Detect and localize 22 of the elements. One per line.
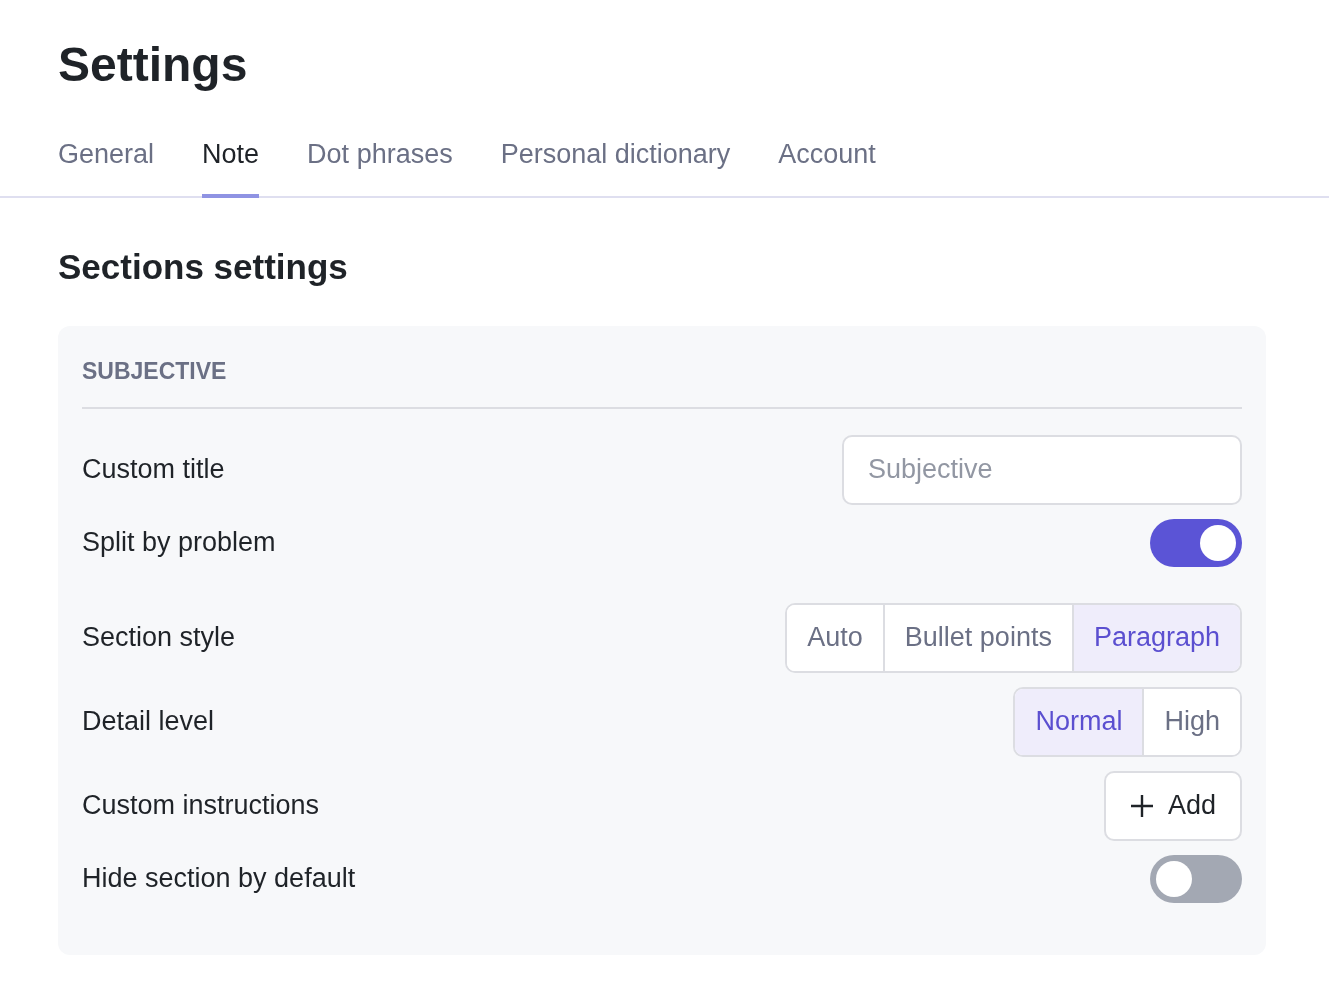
setting-label: Detail level <box>82 705 215 739</box>
tab[interactable]: General <box>58 123 155 199</box>
setting-label: Section style <box>82 621 236 655</box>
plus-icon <box>1129 793 1154 818</box>
setting-label: Split by problem <box>82 526 276 560</box>
tab[interactable]: Note <box>202 123 260 199</box>
setting-label: Custom instructions <box>82 789 320 823</box>
tab[interactable]: Account <box>778 123 876 199</box>
tab[interactable]: Dot phrases <box>307 123 453 199</box>
title-input-field[interactable]: Subjective <box>842 434 1242 505</box>
segment-option[interactable]: Paragraph <box>1071 604 1240 671</box>
section-name: SUBJECTIVE <box>82 350 1242 409</box>
section-heading: Sections settings <box>58 246 349 289</box>
segment-option[interactable]: High <box>1142 688 1240 755</box>
tab[interactable]: Personal dictionary <box>500 123 731 199</box>
setting-label: Hide section by default <box>82 862 356 896</box>
setting-label: Custom title <box>82 453 225 487</box>
segment-option[interactable]: Normal <box>1015 688 1143 755</box>
toggle-switch[interactable] <box>1150 518 1242 567</box>
page-title: Settings <box>57 37 249 93</box>
add-button[interactable]: Add <box>1103 770 1242 841</box>
toggle-switch[interactable] <box>1150 854 1242 903</box>
